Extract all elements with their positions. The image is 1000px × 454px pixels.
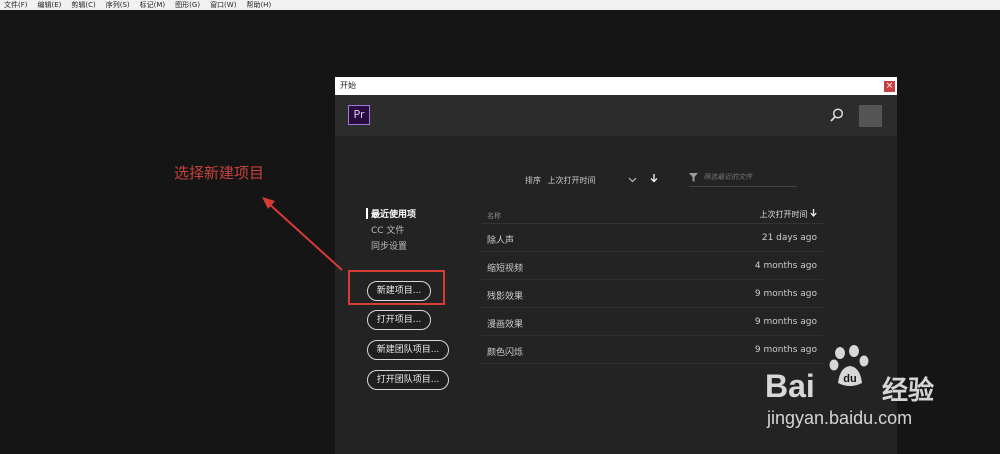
- table-row[interactable]: 颜色闪烁 9 months ago: [481, 336, 823, 364]
- search-icon[interactable]: [829, 107, 845, 123]
- menu-markers[interactable]: 标记(M): [136, 0, 172, 10]
- highlight-box: [348, 270, 445, 305]
- svg-text:du: du: [843, 373, 856, 385]
- watermark-url: jingyan.baidu.com: [767, 408, 913, 428]
- new-team-project-button[interactable]: 新建团队项目...: [367, 340, 449, 360]
- dialog-header: Pr: [335, 95, 897, 136]
- last-opened-label: 上次打开时间: [759, 210, 808, 219]
- watermark-bai: Bai: [765, 368, 815, 404]
- premiere-logo: Pr: [348, 105, 370, 125]
- annotation-text: 选择新建项目: [174, 164, 265, 182]
- sort-value[interactable]: 上次打开时间: [548, 176, 596, 185]
- dialog-titlebar: 开始 ×: [335, 77, 897, 95]
- column-name-header[interactable]: 名称: [487, 211, 501, 221]
- watermark-jingyan: 经验: [882, 376, 935, 406]
- close-icon[interactable]: ×: [884, 81, 895, 92]
- table-row[interactable]: 缩短视频 4 months ago: [481, 252, 823, 280]
- project-time: 9 months ago: [754, 345, 817, 355]
- sort-label: 排序: [525, 176, 541, 185]
- project-time: 4 months ago: [754, 261, 817, 271]
- arrow-down-icon: [810, 209, 817, 217]
- menu-bar: 文件(F) 编辑(E) 剪辑(C) 序列(S) 标记(M) 图形(G) 窗口(W…: [0, 0, 1000, 10]
- table-row[interactable]: 漫画效果 9 months ago: [481, 308, 823, 336]
- recent-files-table: 名称 上次打开时间 除人声 21 days ago 缩短视频 4 months …: [481, 207, 823, 364]
- column-last-opened-header[interactable]: 上次打开时间: [759, 209, 817, 220]
- baidu-paw-icon: du: [829, 345, 869, 386]
- table-row[interactable]: 除人声 21 days ago: [481, 224, 823, 252]
- nav-sync-settings[interactable]: 同步设置: [371, 239, 416, 255]
- project-name: 颜色闪烁: [487, 348, 524, 358]
- filter-placeholder: 筛选最近的文件: [703, 173, 753, 181]
- project-time: 9 months ago: [754, 317, 817, 327]
- menu-help[interactable]: 帮助(H): [242, 0, 277, 10]
- dialog-title: 开始: [340, 81, 356, 90]
- left-nav: 最近使用项 CC 文件 同步设置: [366, 207, 416, 255]
- sort-control[interactable]: 排序 上次打开时间: [525, 174, 658, 186]
- project-name: 漫画效果: [487, 320, 524, 330]
- project-name: 残影效果: [487, 292, 524, 302]
- project-name: 除人声: [487, 236, 515, 246]
- menu-file[interactable]: 文件(F): [0, 0, 34, 10]
- chevron-down-icon[interactable]: [628, 177, 637, 183]
- project-time: 21 days ago: [761, 233, 817, 243]
- menu-window[interactable]: 窗口(W): [206, 0, 242, 10]
- sort-direction-icon[interactable]: [650, 174, 658, 183]
- menu-edit[interactable]: 编辑(E): [34, 0, 68, 10]
- open-project-button[interactable]: 打开项目...: [367, 310, 431, 330]
- table-header: 名称 上次打开时间: [481, 207, 823, 224]
- avatar[interactable]: [859, 105, 882, 127]
- active-indicator: [366, 208, 368, 219]
- filter-recent-input[interactable]: 筛选最近的文件: [689, 172, 797, 187]
- filter-icon: [689, 172, 698, 182]
- project-name: 缩短视频: [487, 264, 524, 274]
- menu-sequence[interactable]: 序列(S): [102, 0, 136, 10]
- menu-graphics[interactable]: 图形(G): [171, 0, 206, 10]
- table-row[interactable]: 残影效果 9 months ago: [481, 280, 823, 308]
- nav-cc-files[interactable]: CC 文件: [371, 223, 416, 239]
- project-time: 9 months ago: [754, 289, 817, 299]
- open-team-project-button[interactable]: 打开团队项目...: [367, 370, 449, 390]
- menu-clip[interactable]: 剪辑(C): [67, 0, 101, 10]
- nav-recent[interactable]: 最近使用项: [371, 207, 416, 223]
